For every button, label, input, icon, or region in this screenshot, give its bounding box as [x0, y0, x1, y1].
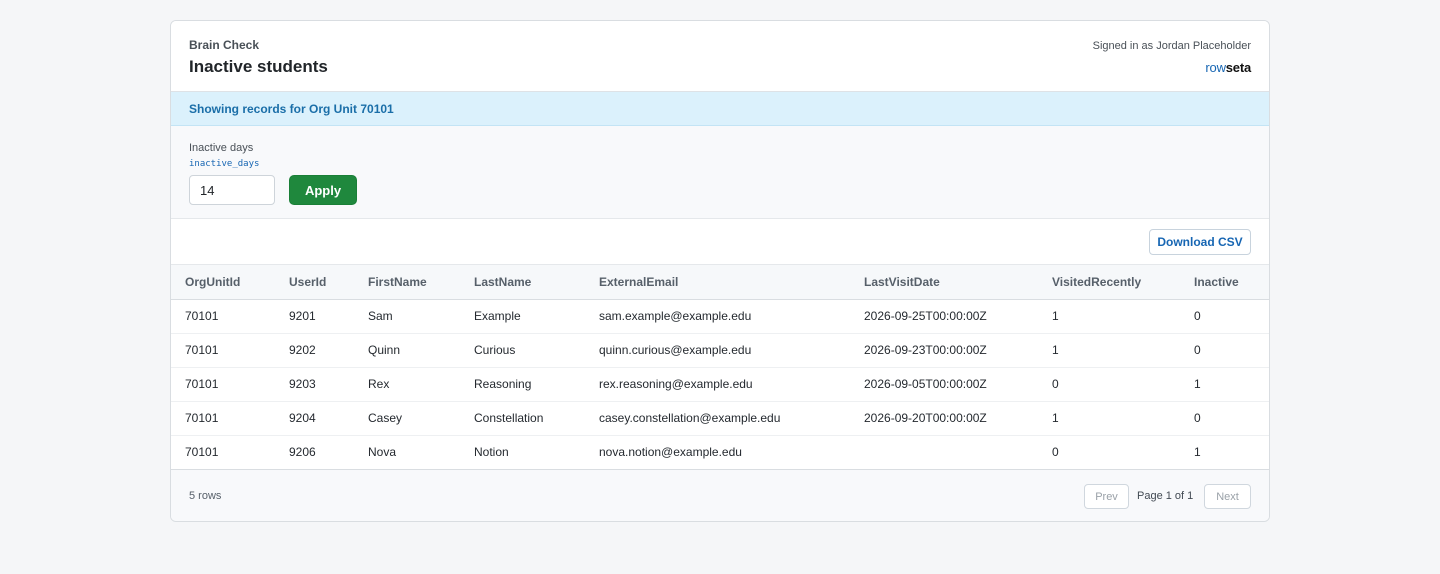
table-row: 70101 9201 Sam Example sam.example@examp… — [171, 299, 1269, 334]
page-indicator: Page 1 of 1 — [1137, 490, 1194, 502]
cell-userid: 9203 — [275, 367, 354, 402]
cell-externalemail: quinn.curious@example.edu — [585, 333, 850, 368]
column-header-visitedrecently[interactable]: VisitedRecently — [1038, 265, 1180, 300]
prev-page-button[interactable]: Prev — [1084, 484, 1129, 509]
cell-externalemail: nova.notion@example.edu — [585, 435, 850, 470]
cell-lastname: Example — [460, 299, 585, 334]
cell-visitedrecently: 0 — [1038, 435, 1180, 470]
cell-lastvisitdate: 2026-09-25T00:00:00Z — [850, 299, 1038, 334]
table-row: 70101 9202 Quinn Curious quinn.curious@e… — [171, 333, 1269, 368]
cell-lastname: Constellation — [460, 401, 585, 436]
cell-visitedrecently: 1 — [1038, 333, 1180, 368]
cell-lastvisitdate: 2026-09-23T00:00:00Z — [850, 333, 1038, 368]
report-card: Brain Check Inactive students Signed in … — [170, 20, 1270, 522]
column-header-lastname[interactable]: LastName — [460, 265, 585, 300]
table-row: 70101 9206 Nova Notion nova.notion@examp… — [171, 435, 1269, 470]
cell-firstname: Sam — [354, 299, 460, 334]
cell-externalemail: rex.reasoning@example.edu — [585, 367, 850, 402]
table-toolbar: Download CSV — [171, 219, 1269, 265]
table-header-row: OrgUnitId UserId FirstName LastName Exte… — [171, 265, 1269, 300]
org-unit-alert: Showing records for Org Unit 70101 — [171, 92, 1269, 126]
cell-firstname: Rex — [354, 367, 460, 402]
column-header-firstname[interactable]: FirstName — [354, 265, 460, 300]
brand-logo: rowseta — [1205, 60, 1251, 75]
cell-orgunitid: 70101 — [171, 333, 275, 368]
cell-visitedrecently: 0 — [1038, 367, 1180, 402]
inactive-days-input[interactable] — [189, 175, 275, 205]
cell-userid: 9202 — [275, 333, 354, 368]
cell-userid: 9204 — [275, 401, 354, 436]
brand-logo-part2: seta — [1225, 60, 1251, 75]
cell-firstname: Nova — [354, 435, 460, 470]
cell-visitedrecently: 1 — [1038, 401, 1180, 436]
cell-orgunitid: 70101 — [171, 435, 275, 470]
app-name: Brain Check — [189, 38, 260, 52]
signed-in-user: Signed in as Jordan Placeholder — [1092, 40, 1251, 52]
cell-inactive: 0 — [1180, 333, 1269, 368]
cell-lastvisitdate — [850, 435, 1038, 470]
cell-orgunitid: 70101 — [171, 401, 275, 436]
cell-externalemail: sam.example@example.edu — [585, 299, 850, 334]
cell-userid: 9206 — [275, 435, 354, 470]
cell-firstname: Quinn — [354, 333, 460, 368]
column-header-orgunitid[interactable]: OrgUnitId — [171, 265, 275, 300]
cell-inactive: 1 — [1180, 367, 1269, 402]
table-row: 70101 9204 Casey Constellation casey.con… — [171, 401, 1269, 436]
table-row: 70101 9203 Rex Reasoning rex.reasoning@e… — [171, 367, 1269, 402]
cell-lastvisitdate: 2026-09-05T00:00:00Z — [850, 367, 1038, 402]
row-count: 5 rows — [189, 490, 222, 502]
cell-lastname: Reasoning — [460, 367, 585, 402]
cell-lastvisitdate: 2026-09-20T00:00:00Z — [850, 401, 1038, 436]
filter-panel: Inactive days inactive_days Apply — [171, 126, 1269, 219]
cell-userid: 9201 — [275, 299, 354, 334]
next-page-button[interactable]: Next — [1204, 484, 1251, 509]
page-title: Inactive students — [189, 57, 328, 76]
inactive-days-label: Inactive days — [189, 142, 254, 154]
alert-text: Showing records for Org Unit 70101 — [189, 102, 394, 116]
cell-externalemail: casey.constellation@example.edu — [585, 401, 850, 436]
brand-logo-part1: row — [1205, 60, 1226, 75]
students-table: OrgUnitId UserId FirstName LastName Exte… — [171, 265, 1269, 470]
cell-inactive: 0 — [1180, 401, 1269, 436]
page-header: Brain Check Inactive students Signed in … — [171, 21, 1269, 92]
inactive-days-param-name: inactive_days — [189, 159, 260, 169]
table-footer: 5 rows Prev Page 1 of 1 Next — [171, 470, 1269, 521]
cell-lastname: Curious — [460, 333, 585, 368]
cell-inactive: 1 — [1180, 435, 1269, 470]
column-header-userid[interactable]: UserId — [275, 265, 354, 300]
cell-lastname: Notion — [460, 435, 585, 470]
cell-firstname: Casey — [354, 401, 460, 436]
column-header-externalemail[interactable]: ExternalEmail — [585, 265, 850, 300]
cell-visitedrecently: 1 — [1038, 299, 1180, 334]
column-header-lastvisitdate[interactable]: LastVisitDate — [850, 265, 1038, 300]
cell-orgunitid: 70101 — [171, 367, 275, 402]
apply-button[interactable]: Apply — [289, 175, 357, 205]
cell-inactive: 0 — [1180, 299, 1269, 334]
column-header-inactive[interactable]: Inactive — [1180, 265, 1269, 300]
download-csv-button[interactable]: Download CSV — [1149, 229, 1251, 255]
cell-orgunitid: 70101 — [171, 299, 275, 334]
